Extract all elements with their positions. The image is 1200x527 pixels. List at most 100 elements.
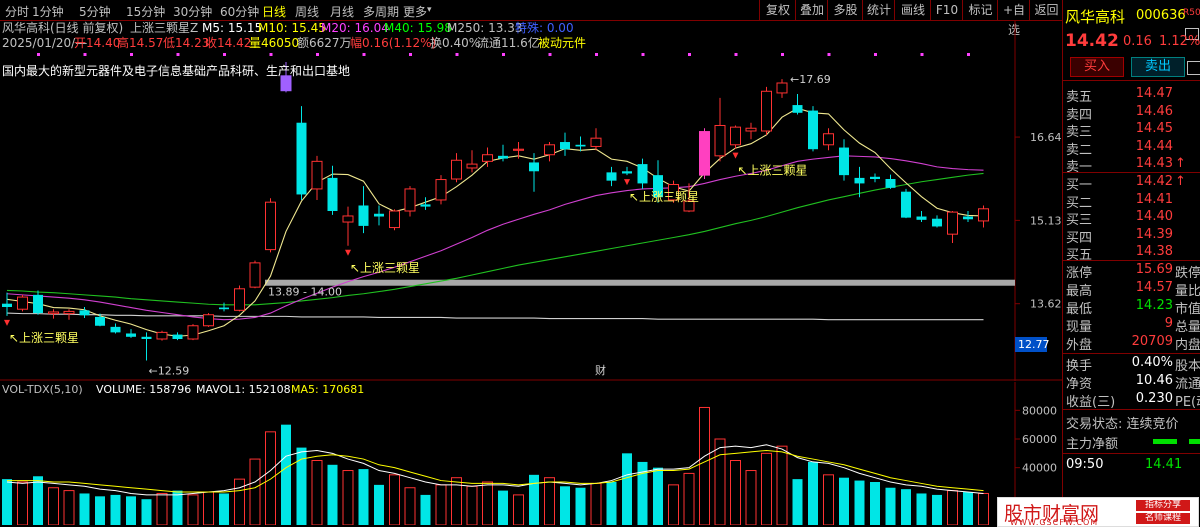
signal-label: ↖上涨三颗星 xyxy=(9,330,79,345)
candle[interactable] xyxy=(156,330,168,341)
candle[interactable] xyxy=(575,136,586,152)
candle[interactable] xyxy=(265,198,276,253)
candle[interactable] xyxy=(745,122,757,140)
volume-bar xyxy=(885,487,896,525)
buy-button[interactable]: 买入 xyxy=(1070,57,1124,77)
period-tab-10[interactable]: 更多 xyxy=(403,3,427,20)
candle[interactable] xyxy=(342,206,354,246)
candle[interactable] xyxy=(714,97,726,162)
candle[interactable] xyxy=(234,285,245,312)
candle[interactable] xyxy=(311,155,323,200)
period-tab-1[interactable]: 1分钟 xyxy=(32,3,64,20)
candle[interactable] xyxy=(808,106,818,152)
candle[interactable] xyxy=(947,211,958,243)
period-tab-6[interactable]: 日线 xyxy=(262,3,286,20)
period-tab-5[interactable]: 60分钟 xyxy=(220,3,259,20)
candlestick-chart[interactable]: ↖上涨三颗星 ↖上涨三颗星 ↖上涨三颗星 ↖上涨三颗星 ←17.69 ←12.59 13.8… xyxy=(0,21,1062,381)
marker-dot xyxy=(37,53,40,56)
ma5-line xyxy=(6,107,984,337)
candle[interactable] xyxy=(126,329,136,338)
toolbar-button-7[interactable]: +自选 xyxy=(997,0,1030,37)
candle[interactable] xyxy=(560,132,570,156)
toolbar-button-0[interactable]: 复权 xyxy=(759,0,796,20)
toolbar-button-1[interactable]: 叠加 xyxy=(795,0,828,20)
candle[interactable] xyxy=(590,128,602,151)
candle[interactable] xyxy=(916,211,927,223)
vol-ma5: MA5: 170681 xyxy=(291,383,364,396)
candle[interactable] xyxy=(79,307,90,319)
candle[interactable] xyxy=(730,125,741,149)
candle[interactable] xyxy=(2,292,12,316)
candle[interactable] xyxy=(451,153,462,183)
period-tab-3[interactable]: 15分钟 xyxy=(126,3,165,20)
candle[interactable] xyxy=(870,173,880,183)
candle[interactable] xyxy=(172,332,183,341)
period-tab-2[interactable]: 5分钟 xyxy=(79,3,111,20)
candle[interactable] xyxy=(110,323,121,334)
candle[interactable] xyxy=(885,174,896,189)
candle[interactable] xyxy=(389,209,400,231)
row-extra: 股本 xyxy=(1175,359,1200,374)
change-value: 幅0.16(1.12%) xyxy=(350,35,436,50)
candle[interactable] xyxy=(95,313,105,327)
candle[interactable] xyxy=(978,205,989,228)
volume-bar xyxy=(932,494,942,525)
high-value: 高14.57 xyxy=(117,35,163,50)
toolbar-button-5[interactable]: F10 xyxy=(930,0,963,20)
candle[interactable] xyxy=(761,86,772,135)
period-tab-9[interactable]: 多周期 xyxy=(363,3,399,20)
candle[interactable] xyxy=(637,158,648,189)
candle[interactable] xyxy=(249,260,261,289)
candle[interactable] xyxy=(901,188,911,219)
marker-dot xyxy=(734,53,738,56)
candle[interactable] xyxy=(219,302,229,312)
toolbar-button-3[interactable]: 统计 xyxy=(862,0,895,20)
menu-icon[interactable] xyxy=(1187,61,1200,75)
marker-dot xyxy=(920,53,924,56)
candle[interactable] xyxy=(792,94,803,115)
toolbar-button-6[interactable]: 标记 xyxy=(962,0,998,20)
period-tab-0[interactable]: 分时 xyxy=(5,3,29,20)
candle[interactable] xyxy=(932,215,942,228)
candle[interactable] xyxy=(823,128,834,151)
vol-tick-label: 80000 xyxy=(1022,404,1057,417)
candle[interactable] xyxy=(17,294,28,312)
sell-button[interactable]: 卖出 xyxy=(1131,57,1185,77)
candle[interactable] xyxy=(776,79,788,98)
period-tab-4[interactable]: 30分钟 xyxy=(173,3,212,20)
marker-dot xyxy=(223,53,226,56)
toolbar-button-4[interactable]: 画线 xyxy=(894,0,931,20)
candle[interactable] xyxy=(839,139,849,181)
volume-bar xyxy=(776,445,788,525)
candle[interactable] xyxy=(606,166,617,187)
volume-chart[interactable]: VOL-TDX(5,10) VOLUME: 158796 MAVOL1: 15210… xyxy=(0,382,1062,525)
candle[interactable] xyxy=(435,175,447,205)
candle[interactable] xyxy=(327,165,338,215)
candle[interactable] xyxy=(187,324,199,341)
toolbar-button-8[interactable]: 返回 xyxy=(1029,0,1063,20)
candle[interactable] xyxy=(48,309,59,319)
candle[interactable] xyxy=(141,332,152,361)
vol-tick-label: 60000 xyxy=(1022,433,1057,446)
candle[interactable] xyxy=(622,166,632,176)
period-tab-7[interactable]: 周线 xyxy=(295,3,319,20)
vol-title: VOL-TDX(5,10) xyxy=(2,383,83,396)
candle[interactable] xyxy=(203,313,214,327)
candle[interactable] xyxy=(358,186,369,234)
candle[interactable] xyxy=(466,150,478,173)
volume-bar xyxy=(219,493,229,525)
candle[interactable] xyxy=(296,106,307,200)
candle[interactable] xyxy=(374,205,384,226)
volume-bar xyxy=(761,452,772,525)
period-tab-8[interactable]: 月线 xyxy=(330,3,354,20)
volume-bar xyxy=(141,499,152,525)
candle[interactable] xyxy=(963,211,973,223)
more-arrow-icon[interactable]: ▾ xyxy=(427,5,432,15)
candle[interactable] xyxy=(33,290,43,315)
row-extra: PE(动) xyxy=(1175,395,1200,410)
candle[interactable] xyxy=(699,128,710,179)
toolbar-button-2[interactable]: 多股 xyxy=(827,0,863,20)
row-label: 卖三 xyxy=(1066,125,1093,140)
candle[interactable] xyxy=(404,186,416,217)
candle[interactable] xyxy=(544,142,555,162)
